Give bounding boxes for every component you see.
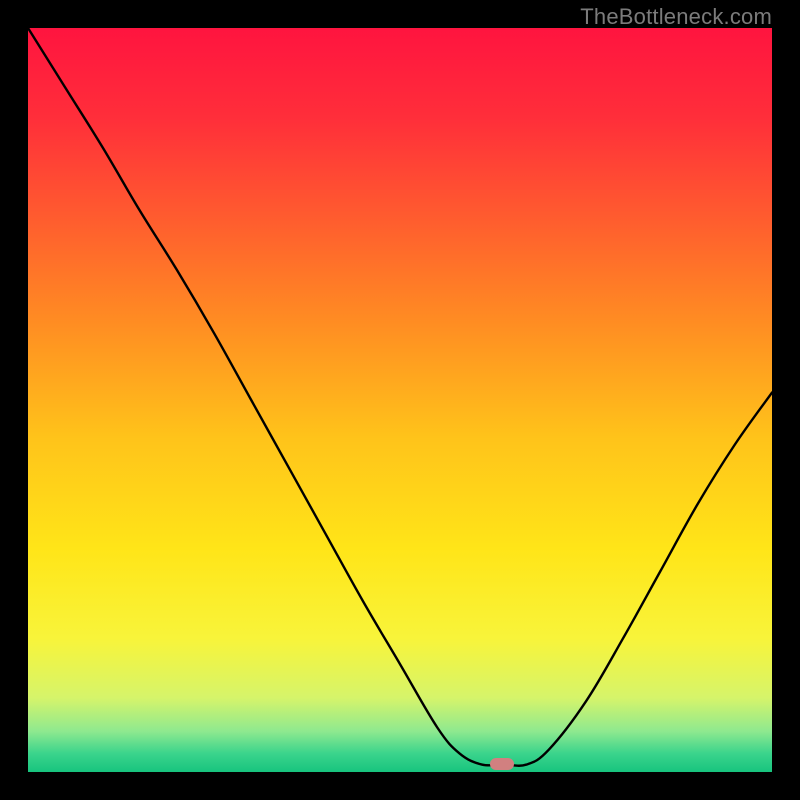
plot-area: [28, 28, 772, 772]
watermark-text: TheBottleneck.com: [580, 4, 772, 30]
highlight-marker: [490, 758, 514, 770]
plot-svg: [28, 28, 772, 772]
chart-frame: TheBottleneck.com: [0, 0, 800, 800]
gradient-background: [28, 28, 772, 772]
